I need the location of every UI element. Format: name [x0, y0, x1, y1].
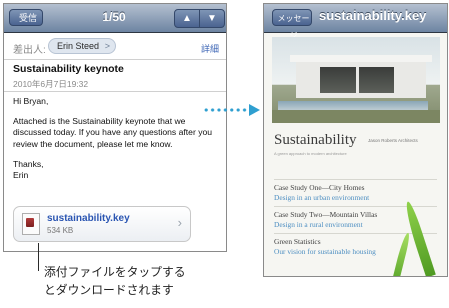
- case-study-title: Case Study One—City Homes: [274, 183, 365, 192]
- slide-subtitle: A green approach to modern architecture: [274, 151, 347, 156]
- mail-date: 2010年6月7日19:32: [13, 79, 89, 89]
- divider: [274, 179, 437, 180]
- arrow-right-icon: [249, 104, 260, 116]
- inbox-back-button[interactable]: 受信: [9, 9, 43, 26]
- case-study-subtitle: Design in an urban environment: [274, 193, 370, 202]
- caption-line-2: とダウンロードされます: [44, 283, 174, 297]
- callout-line: [38, 243, 39, 271]
- chevron-right-icon: ›: [177, 215, 182, 230]
- next-message-button[interactable]: ▼: [199, 9, 225, 28]
- case-study-subtitle: Our vision for sustainable housing: [274, 247, 376, 256]
- mail-subject: Sustainability keynote: [13, 63, 124, 75]
- dotted-arrow-line: [203, 108, 249, 112]
- case-study-item: Case Study One—City Homes Design in an u…: [274, 183, 439, 202]
- from-label: 差出人:: [13, 45, 46, 56]
- mail-message-screen: 受信 1/50 ▲ ▼ 差出人: Erin Steed > 詳細 Sustain…: [3, 3, 227, 252]
- attachment-name: sustainability.key: [47, 213, 130, 224]
- previous-message-button[interactable]: ▲: [174, 9, 200, 28]
- slide-heading: Sustainability: [274, 132, 357, 148]
- chevron-down-icon: ▼: [207, 13, 217, 24]
- sender-name: Erin Steed: [57, 41, 100, 51]
- mail-body: Hi Bryan, Attached is the Sustainability…: [13, 96, 221, 190]
- subject-row: Sustainability keynote 2010年6月7日19:32: [4, 60, 226, 92]
- details-link[interactable]: 詳細: [201, 42, 219, 55]
- mail-paragraph: Attached is the Sustainability keynote t…: [13, 115, 213, 149]
- keynote-file-icon: [22, 213, 40, 235]
- attachment-item[interactable]: sustainability.key 534 KB ›: [13, 206, 191, 242]
- mail-greeting: Hi Bryan,: [13, 96, 49, 106]
- house-photo: [272, 37, 440, 123]
- viewer-nav-bar: メッセージ sustainability.key: [264, 4, 447, 40]
- document-title: sustainability.key: [319, 8, 427, 23]
- chevron-up-icon: ▲: [182, 13, 192, 24]
- from-row: 差出人: Erin Steed > 詳細: [4, 33, 226, 60]
- mail-nav-bar: 受信 1/50 ▲ ▼: [4, 4, 226, 33]
- message-counter: 1/50: [102, 10, 126, 24]
- document-viewer-screen: メッセージ sustainability.key Sustainability …: [263, 3, 448, 277]
- mail-signoff: Thanks, Erin: [13, 158, 44, 181]
- chevron-right-icon: >: [104, 41, 111, 51]
- callout-caption: 添付ファイルをタップする とダウンロードされます: [44, 263, 254, 299]
- caption-line-1: 添付ファイルをタップする: [44, 265, 186, 279]
- attachment-size: 534 KB: [47, 226, 74, 235]
- sender-pill[interactable]: Erin Steed >: [48, 38, 117, 54]
- slide-heading-byline: Jason Roberts Architects: [368, 138, 418, 143]
- message-back-button[interactable]: メッセージ: [272, 9, 312, 40]
